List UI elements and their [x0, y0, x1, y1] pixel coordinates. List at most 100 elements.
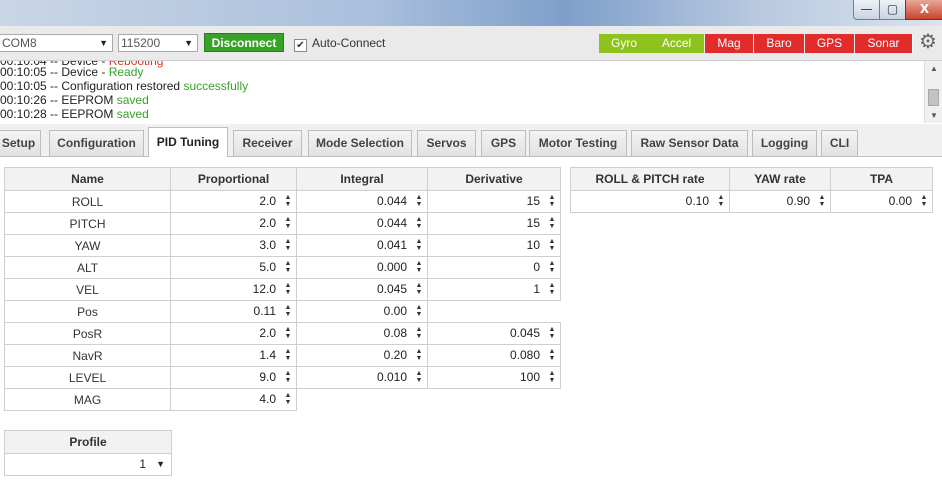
derivative-input[interactable]: 15 ▲ ▼	[428, 191, 560, 212]
integral-input[interactable]: 0.044 ▲ ▼	[297, 191, 427, 212]
derivative-input[interactable]: 0.080 ▲ ▼	[428, 345, 560, 366]
tab-gps[interactable]: GPS	[481, 130, 526, 156]
proportional-input[interactable]: 2.0 ▲ ▼	[171, 191, 296, 212]
proportional-input[interactable]: 5.0 ▲ ▼	[171, 257, 296, 278]
integral-input[interactable]: 0.045 ▲ ▼	[297, 279, 427, 300]
gear-icon[interactable]: ⚙	[919, 32, 937, 52]
derivative-input[interactable]: 15 ▲ ▼	[428, 213, 560, 234]
spinner-arrows-icon[interactable]: ▲ ▼	[415, 216, 423, 230]
auto-connect-checkbox[interactable]: ✔ Auto-Connect	[294, 36, 385, 52]
spinner-arrows-icon[interactable]: ▲ ▼	[548, 238, 556, 252]
tab-receiver[interactable]: Receiver	[233, 130, 302, 156]
proportional-input[interactable]: 0.11 ▲ ▼	[171, 301, 296, 322]
checkmark-icon[interactable]: ✔	[294, 39, 307, 52]
derivative-input[interactable]: 1 ▲ ▼	[428, 279, 560, 300]
sensor-accel-indicator: Accel	[649, 34, 704, 53]
log-text: 00:10:26 -- EEPROM	[0, 93, 117, 107]
spinner-arrows-icon[interactable]: ▲ ▼	[284, 392, 292, 406]
tab-motor-testing[interactable]: Motor Testing	[529, 130, 627, 156]
spinner-arrows-icon[interactable]: ▲ ▼	[717, 194, 725, 208]
spinner-arrows-icon[interactable]: ▲ ▼	[415, 260, 423, 274]
spinner-arrows-icon[interactable]: ▲ ▼	[818, 194, 826, 208]
spinner-arrows-icon[interactable]: ▲ ▼	[548, 370, 556, 384]
tab-mode-selection[interactable]: Mode Selection	[308, 130, 412, 156]
spinner-arrows-icon[interactable]: ▲ ▼	[284, 370, 292, 384]
profile-select[interactable]: 1 ▼	[5, 454, 171, 475]
spinner-arrows-icon[interactable]: ▲ ▼	[415, 238, 423, 252]
spinner-arrows-icon[interactable]: ▲ ▼	[548, 216, 556, 230]
integral-input[interactable]: 0.20 ▲ ▼	[297, 345, 427, 366]
spinner-arrows-icon[interactable]: ▲ ▼	[415, 194, 423, 208]
log-scrollbar[interactable]: ▲ ▼	[924, 61, 942, 123]
spinner-arrows-icon[interactable]: ▲ ▼	[284, 260, 292, 274]
pid-cell: 0.041 ▲ ▼	[296, 234, 428, 257]
scroll-down-icon[interactable]: ▼	[930, 111, 938, 120]
spinner-arrows-icon[interactable]: ▲ ▼	[284, 216, 292, 230]
tpa-input[interactable]: 0.00 ▲ ▼	[831, 191, 932, 212]
log-line: 00:10:05 -- Device - Ready	[0, 65, 143, 79]
spinner-arrows-icon[interactable]: ▲ ▼	[284, 348, 292, 362]
derivative-input[interactable]: 100 ▲ ▼	[428, 367, 560, 388]
baud-select[interactable]: 115200 ▼	[118, 34, 198, 52]
maximize-button[interactable]: ▢	[879, 0, 906, 20]
spinner-arrows-icon[interactable]: ▲ ▼	[920, 194, 928, 208]
proportional-input[interactable]: 4.0 ▲ ▼	[171, 389, 296, 410]
close-button[interactable]: X	[905, 0, 942, 20]
tab-servos[interactable]: Servos	[417, 130, 476, 156]
spinner-arrows-icon[interactable]: ▲ ▼	[415, 370, 423, 384]
disconnect-button[interactable]: Disconnect	[204, 33, 284, 52]
pid-row: NavR 1.4 ▲ ▼ 0.20 ▲ ▼ 0.080 ▲ ▼	[4, 344, 561, 367]
spinner-arrows-icon[interactable]: ▲ ▼	[415, 348, 423, 362]
spinner-arrows-icon[interactable]: ▲ ▼	[415, 326, 423, 340]
yaw-rate-input[interactable]: 0.90 ▲ ▼	[730, 191, 830, 212]
spinner-arrows-icon[interactable]: ▲ ▼	[548, 260, 556, 274]
proportional-input[interactable]: 1.4 ▲ ▼	[171, 345, 296, 366]
derivative-input[interactable]: 10 ▲ ▼	[428, 235, 560, 256]
pid-row: VEL 12.0 ▲ ▼ 0.045 ▲ ▼ 1 ▲ ▼	[4, 278, 561, 301]
derivative-input[interactable]: 0 ▲ ▼	[428, 257, 560, 278]
proportional-input[interactable]: 12.0 ▲ ▼	[171, 279, 296, 300]
pid-row-name: VEL	[4, 278, 171, 301]
pid-cell: 0.11 ▲ ▼	[170, 300, 297, 323]
proportional-input[interactable]: 2.0 ▲ ▼	[171, 323, 296, 344]
derivative-input[interactable]: 0.045 ▲ ▼	[428, 323, 560, 344]
integral-input[interactable]: 0.000 ▲ ▼	[297, 257, 427, 278]
spinner-arrows-icon[interactable]: ▲ ▼	[548, 282, 556, 296]
integral-input[interactable]: 0.08 ▲ ▼	[297, 323, 427, 344]
spinner-arrows-icon[interactable]: ▲ ▼	[284, 326, 292, 340]
spinner-arrows-icon[interactable]: ▲ ▼	[548, 194, 556, 208]
spinner-arrows-icon[interactable]: ▲ ▼	[548, 326, 556, 340]
spinner-arrows-icon[interactable]: ▲ ▼	[284, 194, 292, 208]
roll-pitch-rate-input[interactable]: 0.10 ▲ ▼	[571, 191, 729, 212]
proportional-input[interactable]: 2.0 ▲ ▼	[171, 213, 296, 234]
integral-input[interactable]: 0.00 ▲ ▼	[297, 301, 427, 322]
spinner-arrows-icon[interactable]: ▲ ▼	[284, 304, 292, 318]
pid-row: Pos 0.11 ▲ ▼ 0.00 ▲ ▼	[4, 300, 561, 323]
tab-configuration[interactable]: Configuration	[49, 130, 144, 156]
scrollbar-thumb[interactable]	[928, 89, 939, 106]
spinner-arrows-icon[interactable]: ▲ ▼	[415, 304, 423, 318]
spinner-arrows-icon[interactable]: ▲ ▼	[284, 282, 292, 296]
pid-cell: 2.0 ▲ ▼	[170, 322, 297, 345]
tab-raw-sensor-data[interactable]: Raw Sensor Data	[631, 130, 748, 156]
tab-cli[interactable]: CLI	[821, 130, 858, 156]
rates-cell: 0.10 ▲ ▼	[570, 190, 730, 213]
rates-cell: 0.90 ▲ ▼	[729, 190, 831, 213]
pid-row: LEVEL 9.0 ▲ ▼ 0.010 ▲ ▼ 100 ▲ ▼	[4, 366, 561, 389]
spinner-arrows-icon[interactable]: ▲ ▼	[415, 282, 423, 296]
integral-input[interactable]: 0.010 ▲ ▼	[297, 367, 427, 388]
proportional-input[interactable]: 9.0 ▲ ▼	[171, 367, 296, 388]
proportional-input[interactable]: 3.0 ▲ ▼	[171, 235, 296, 256]
sensor-gyro-indicator: Gyro	[599, 34, 649, 53]
tab-pid-tuning[interactable]: PID Tuning	[148, 127, 228, 157]
port-select[interactable]: COM8 ▼	[0, 34, 113, 52]
minimize-button[interactable]: —	[853, 0, 880, 20]
scroll-up-icon[interactable]: ▲	[930, 64, 938, 73]
tab-logging[interactable]: Logging	[752, 130, 817, 156]
integral-input[interactable]: 0.044 ▲ ▼	[297, 213, 427, 234]
spinner-arrows-icon[interactable]: ▲ ▼	[284, 238, 292, 252]
tab-setup[interactable]: Setup	[0, 130, 41, 156]
status-log: 00:10:04 -- Device - Rebooting 00:10:05 …	[0, 61, 924, 123]
integral-input[interactable]: 0.041 ▲ ▼	[297, 235, 427, 256]
spinner-arrows-icon[interactable]: ▲ ▼	[548, 348, 556, 362]
